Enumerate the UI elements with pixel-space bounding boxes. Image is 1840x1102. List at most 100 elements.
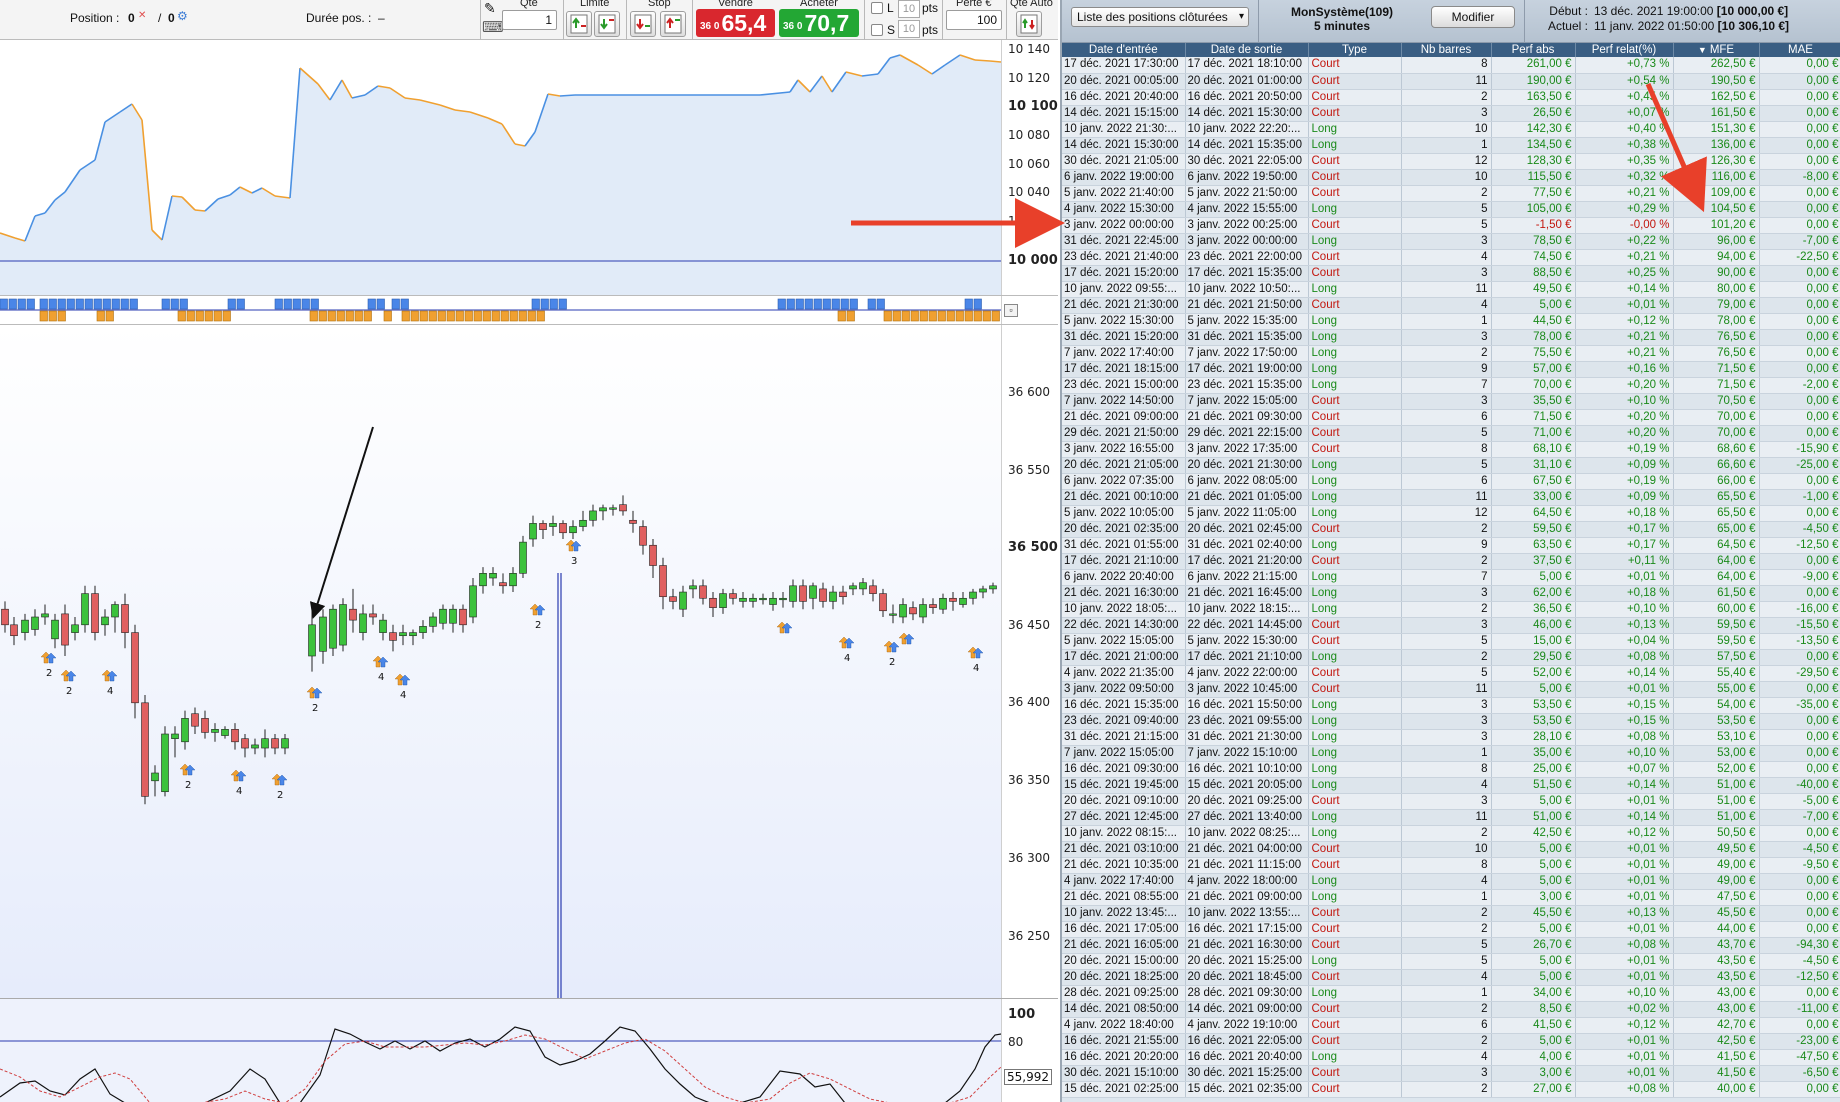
stop-pts-input[interactable]: 10	[898, 20, 920, 38]
stop-checkbox[interactable]	[871, 24, 883, 36]
table-row[interactable]: 7 janv. 2022 14:50:00 7 janv. 2022 15:05:…	[1062, 393, 1840, 410]
bars-cell: 5	[1401, 665, 1492, 682]
table-row[interactable]: 3 janv. 2022 16:55:00 3 janv. 2022 17:35:…	[1062, 441, 1840, 458]
table-row[interactable]: 28 déc. 2021 09:25:00 28 déc. 2021 09:30:…	[1062, 985, 1840, 1002]
pencil-icon[interactable]: ✎	[484, 0, 496, 17]
column-header-mfe[interactable]: ▼ MFE	[1673, 43, 1760, 57]
table-row[interactable]: 17 déc. 2021 15:20:00 17 déc. 2021 15:35:…	[1062, 265, 1840, 282]
bars-cell: 2	[1401, 521, 1492, 538]
table-row[interactable]: 21 déc. 2021 08:55:00 21 déc. 2021 09:00:…	[1062, 889, 1840, 906]
table-row[interactable]: 20 déc. 2021 18:25:00 20 déc. 2021 18:45:…	[1062, 969, 1840, 986]
table-row[interactable]: 4 janv. 2022 18:40:00 4 janv. 2022 19:10:…	[1062, 1017, 1840, 1034]
column-header-entry-date[interactable]: Date d'entrée	[1062, 43, 1186, 57]
short-signal-block	[195, 310, 204, 322]
table-row[interactable]: 21 déc. 2021 03:10:00 21 déc. 2021 04:00:…	[1062, 841, 1840, 858]
table-row[interactable]: 6 janv. 2022 07:35:00 6 janv. 2022 08:05:…	[1062, 473, 1840, 490]
table-row[interactable]: 17 déc. 2021 18:15:00 17 déc. 2021 19:00:…	[1062, 361, 1840, 378]
table-row[interactable]: 23 déc. 2021 15:00:00 23 déc. 2021 15:35:…	[1062, 377, 1840, 394]
stop-buy-button[interactable]	[630, 11, 656, 37]
table-row[interactable]: 23 déc. 2021 09:40:00 23 déc. 2021 09:55:…	[1062, 713, 1840, 730]
table-row[interactable]: 31 déc. 2021 21:15:00 31 déc. 2021 21:30:…	[1062, 729, 1840, 746]
table-row[interactable]: 20 déc. 2021 02:35:00 20 déc. 2021 02:45:…	[1062, 521, 1840, 538]
column-header-perf-abs[interactable]: Perf abs	[1491, 43, 1576, 57]
limit-sell-button[interactable]	[594, 11, 620, 37]
table-row[interactable]: 10 janv. 2022 08:15:... 10 janv. 2022 08:…	[1062, 825, 1840, 842]
table-row[interactable]: 3 janv. 2022 09:50:00 3 janv. 2022 10:45:…	[1062, 681, 1840, 698]
table-row[interactable]: 3 janv. 2022 00:00:00 3 janv. 2022 00:25:…	[1062, 217, 1840, 234]
table-row[interactable]: 21 déc. 2021 10:35:00 21 déc. 2021 11:15:…	[1062, 857, 1840, 874]
table-row[interactable]: 20 déc. 2021 21:05:00 20 déc. 2021 21:30:…	[1062, 457, 1840, 474]
table-row[interactable]: 10 janv. 2022 21:30:... 10 janv. 2022 22:…	[1062, 121, 1840, 138]
column-header-perf-rel[interactable]: Perf relat(%)	[1575, 43, 1674, 57]
table-row[interactable]: 10 janv. 2022 09:55:... 10 janv. 2022 10:…	[1062, 281, 1840, 298]
positions-list-select[interactable]: Liste des positions clôturées ▾	[1071, 7, 1249, 27]
sell-button[interactable]: 36 0 65,4	[696, 9, 775, 37]
collapse-panel-icon[interactable]: ▫	[1004, 304, 1018, 317]
close-position-icon[interactable]: ✕	[138, 10, 146, 21]
table-row[interactable]: 22 déc. 2021 14:30:00 22 déc. 2021 14:45:…	[1062, 617, 1840, 634]
buy-button[interactable]: 36 0 70,7	[779, 9, 859, 37]
table-row[interactable]: 7 janv. 2022 15:05:00 7 janv. 2022 15:10:…	[1062, 745, 1840, 762]
table-row[interactable]: 20 déc. 2021 00:05:00 20 déc. 2021 01:00:…	[1062, 73, 1840, 90]
limit-pts-input[interactable]: 10	[898, 0, 920, 18]
table-row[interactable]: 21 déc. 2021 16:05:00 21 déc. 2021 16:30:…	[1062, 937, 1840, 954]
table-row[interactable]: 14 déc. 2021 08:50:00 14 déc. 2021 09:00:…	[1062, 1001, 1840, 1018]
table-row[interactable]: 5 janv. 2022 21:40:00 5 janv. 2022 21:50:…	[1062, 185, 1840, 202]
table-row[interactable]: 7 janv. 2022 17:40:00 7 janv. 2022 17:50:…	[1062, 345, 1840, 362]
table-row[interactable]: 15 déc. 2021 02:25:00 15 déc. 2021 02:35:…	[1062, 1081, 1840, 1098]
table-row[interactable]: 27 déc. 2021 12:45:00 27 déc. 2021 13:40:…	[1062, 809, 1840, 826]
table-row[interactable]: 6 janv. 2022 19:00:00 6 janv. 2022 19:50:…	[1062, 169, 1840, 186]
limit-buy-button[interactable]	[566, 11, 592, 37]
limit-checkbox[interactable]	[871, 2, 883, 14]
qty-input[interactable]: 1	[502, 10, 557, 30]
table-row[interactable]: 21 déc. 2021 21:30:00 21 déc. 2021 21:50:…	[1062, 297, 1840, 314]
column-header-bars[interactable]: Nb barres	[1401, 43, 1492, 57]
loss-input[interactable]: 100	[946, 10, 1002, 30]
table-row[interactable]: 5 janv. 2022 10:05:00 5 janv. 2022 11:05:…	[1062, 505, 1840, 522]
exit-date-cell: 21 déc. 2021 21:50:00	[1185, 297, 1309, 314]
table-row[interactable]: 6 janv. 2022 20:40:00 6 janv. 2022 21:15:…	[1062, 569, 1840, 586]
table-row[interactable]: 4 janv. 2022 17:40:00 4 janv. 2022 18:00:…	[1062, 873, 1840, 890]
modify-button[interactable]: Modifier	[1431, 6, 1515, 28]
table-row[interactable]: 31 déc. 2021 15:20:00 31 déc. 2021 15:35:…	[1062, 329, 1840, 346]
table-row[interactable]: 10 janv. 2022 18:05:... 10 janv. 2022 18:…	[1062, 601, 1840, 618]
auto-qty-button[interactable]	[1016, 11, 1042, 37]
table-row[interactable]: 20 déc. 2021 15:00:00 20 déc. 2021 15:25:…	[1062, 953, 1840, 970]
table-row[interactable]: 31 déc. 2021 22:45:00 3 janv. 2022 00:00:…	[1062, 233, 1840, 250]
table-row[interactable]: 10 janv. 2022 13:45:... 10 janv. 2022 13:…	[1062, 905, 1840, 922]
keyboard-icon[interactable]: ⌨	[482, 18, 504, 36]
bullish-candle	[489, 573, 497, 579]
exit-date-cell: 6 janv. 2022 21:15:00	[1185, 569, 1309, 586]
stop-sell-button[interactable]	[660, 11, 686, 37]
table-row[interactable]: 17 déc. 2021 21:00:00 17 déc. 2021 21:10:…	[1062, 649, 1840, 666]
table-row[interactable]: 4 janv. 2022 15:30:00 4 janv. 2022 15:55:…	[1062, 201, 1840, 218]
table-row[interactable]: 15 déc. 2021 19:45:00 15 déc. 2021 20:05:…	[1062, 777, 1840, 794]
table-row[interactable]: 14 déc. 2021 15:30:00 14 déc. 2021 15:35:…	[1062, 137, 1840, 154]
table-row[interactable]: 21 déc. 2021 09:00:00 21 déc. 2021 09:30:…	[1062, 409, 1840, 426]
settings-gear-icon[interactable]: ⚙	[177, 9, 188, 23]
table-row[interactable]: 31 déc. 2021 01:55:00 31 déc. 2021 02:40:…	[1062, 537, 1840, 554]
table-row[interactable]: 16 déc. 2021 15:35:00 16 déc. 2021 15:50:…	[1062, 697, 1840, 714]
long-signal-block	[102, 298, 111, 310]
table-row[interactable]: 21 déc. 2021 16:30:00 21 déc. 2021 16:45:…	[1062, 585, 1840, 602]
column-header-type[interactable]: Type	[1308, 43, 1402, 57]
table-row[interactable]: 5 janv. 2022 15:30:00 5 janv. 2022 15:35:…	[1062, 313, 1840, 330]
table-row[interactable]: 30 déc. 2021 15:10:00 30 déc. 2021 15:25:…	[1062, 1065, 1840, 1082]
table-row[interactable]: 30 déc. 2021 21:05:00 30 déc. 2021 22:05:…	[1062, 153, 1840, 170]
table-row[interactable]: 17 déc. 2021 17:30:00 17 déc. 2021 18:10:…	[1062, 57, 1840, 74]
table-row[interactable]: 21 déc. 2021 00:10:00 21 déc. 2021 01:05:…	[1062, 489, 1840, 506]
table-row[interactable]: 20 déc. 2021 09:10:00 20 déc. 2021 09:25:…	[1062, 793, 1840, 810]
table-row[interactable]: 14 déc. 2021 15:15:00 14 déc. 2021 15:30:…	[1062, 105, 1840, 122]
table-row[interactable]: 16 déc. 2021 09:30:00 16 déc. 2021 10:10:…	[1062, 761, 1840, 778]
table-row[interactable]: 4 janv. 2022 21:35:00 4 janv. 2022 22:00:…	[1062, 665, 1840, 682]
table-row[interactable]: 16 déc. 2021 20:40:00 16 déc. 2021 20:50:…	[1062, 89, 1840, 106]
table-row[interactable]: 16 déc. 2021 21:55:00 16 déc. 2021 22:05:…	[1062, 1033, 1840, 1050]
table-row[interactable]: 29 déc. 2021 21:50:00 29 déc. 2021 22:15:…	[1062, 425, 1840, 442]
table-row[interactable]: 23 déc. 2021 21:40:00 23 déc. 2021 22:00:…	[1062, 249, 1840, 266]
table-row[interactable]: 16 déc. 2021 17:05:00 16 déc. 2021 17:15:…	[1062, 921, 1840, 938]
table-row[interactable]: 16 déc. 2021 20:20:00 16 déc. 2021 20:40:…	[1062, 1049, 1840, 1066]
table-row[interactable]: 5 janv. 2022 15:05:00 5 janv. 2022 15:30:…	[1062, 633, 1840, 650]
column-header-mae[interactable]: MAE	[1759, 43, 1840, 57]
table-row[interactable]: 17 déc. 2021 21:10:00 17 déc. 2021 21:20:…	[1062, 553, 1840, 570]
column-header-exit-date[interactable]: Date de sortie	[1185, 43, 1309, 57]
